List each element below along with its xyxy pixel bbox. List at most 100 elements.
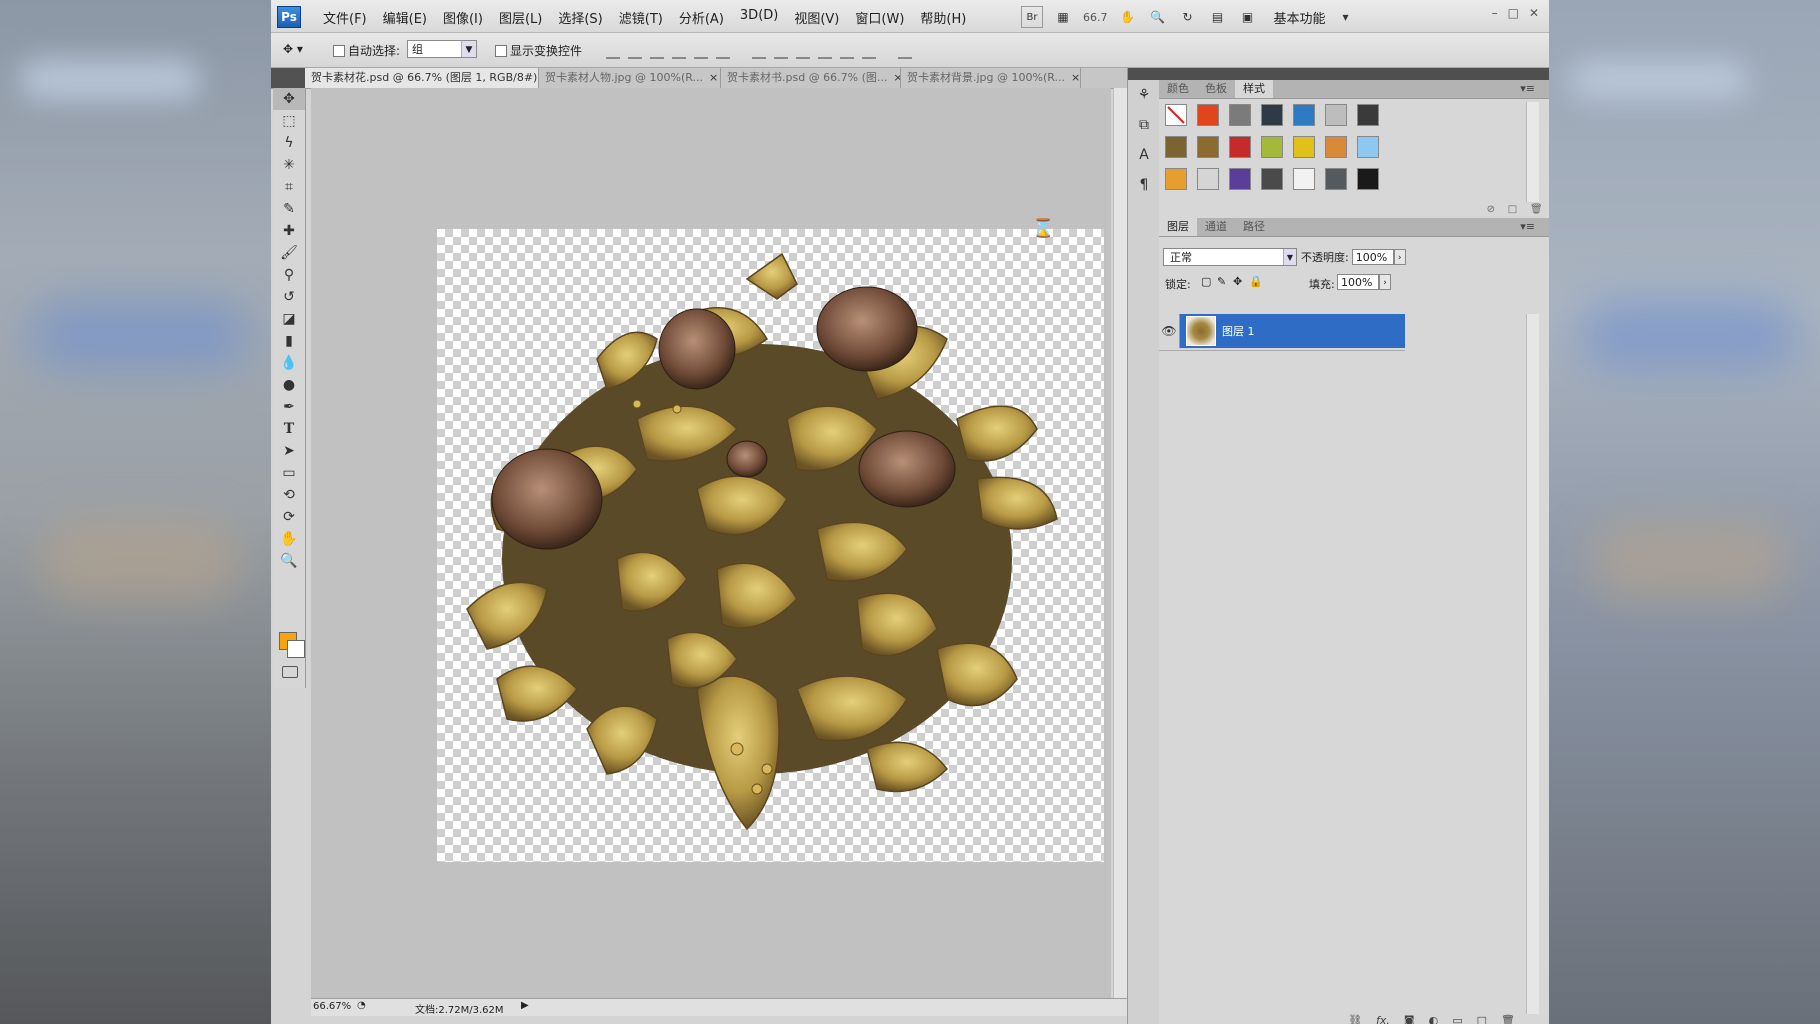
auto-select-box[interactable]: [333, 44, 345, 57]
arrange-documents-icon[interactable]: ▤: [1208, 7, 1228, 27]
document-canvas[interactable]: [437, 229, 1104, 862]
eraser-tool-icon[interactable]: ◪: [273, 308, 305, 330]
panel-tab[interactable]: 色板: [1197, 80, 1235, 98]
distribute-hcenter-icon[interactable]: [840, 43, 854, 59]
menu-item[interactable]: 窗口(W): [847, 8, 912, 27]
link-layers-icon[interactable]: ⛓: [1348, 1014, 1362, 1024]
healing-brush-tool-icon[interactable]: ✚: [273, 220, 305, 242]
style-swatch-purple[interactable]: [1229, 168, 1251, 190]
history-brush-tool-icon[interactable]: ↺: [273, 286, 305, 308]
align-vcenter-icon[interactable]: [628, 43, 642, 59]
delete-style-icon[interactable]: 🗑: [1530, 204, 1543, 215]
pen-tool-icon[interactable]: ✒: [273, 396, 305, 418]
style-swatch-dark-gradient[interactable]: [1357, 104, 1379, 126]
new-group-icon[interactable]: ▭: [1452, 1014, 1462, 1024]
align-top-icon[interactable]: [606, 43, 620, 59]
maximize-icon[interactable]: □: [1508, 6, 1519, 20]
move-tool-icon[interactable]: ✥: [273, 88, 305, 110]
marquee-tool-icon[interactable]: ⬚: [273, 110, 305, 132]
style-swatch-texture[interactable]: [1197, 168, 1219, 190]
distribute-top-icon[interactable]: [752, 43, 766, 59]
workspace-switcher[interactable]: 基本功能: [1274, 8, 1326, 27]
path-selection-tool-icon[interactable]: ➤: [273, 440, 305, 462]
style-swatch-slate[interactable]: [1325, 168, 1347, 190]
document-tab[interactable]: 贺卡素材人物.jpg @ 100%(R... ×: [539, 68, 721, 88]
panel-tab[interactable]: 图层: [1159, 218, 1197, 236]
menu-item[interactable]: 3D(D): [732, 8, 786, 27]
style-swatch-none[interactable]: [1165, 104, 1187, 126]
hand-tool-icon[interactable]: ✋: [273, 528, 305, 550]
3d-rotate-tool-icon[interactable]: ⟲: [273, 484, 305, 506]
align-hcenter-icon[interactable]: [694, 43, 708, 59]
fill-slider-arrow-icon[interactable]: ›: [1379, 274, 1391, 290]
document-tab[interactable]: 贺卡素材书.psd @ 66.7% (图... ×: [721, 68, 901, 88]
menu-item[interactable]: 编辑(E): [375, 8, 435, 27]
lock-position-icon[interactable]: ✥: [1233, 275, 1242, 288]
menu-item[interactable]: 视图(V): [786, 8, 847, 27]
shape-tool-icon[interactable]: ▭: [273, 462, 305, 484]
panel-tab[interactable]: 样式: [1235, 80, 1273, 98]
eye-icon[interactable]: 👁: [1159, 314, 1180, 348]
distribute-left-icon[interactable]: [818, 43, 832, 59]
magic-wand-tool-icon[interactable]: ✳: [273, 154, 305, 176]
clear-style-icon[interactable]: ⊘: [1487, 204, 1495, 215]
style-swatch-black[interactable]: [1357, 168, 1379, 190]
opacity-slider-arrow-icon[interactable]: ›: [1393, 249, 1406, 265]
style-swatch-white[interactable]: [1293, 168, 1315, 190]
distribute-bottom-icon[interactable]: [796, 43, 810, 59]
3d-orbit-tool-icon[interactable]: ⟳: [273, 506, 305, 528]
style-swatch-sky[interactable]: [1357, 136, 1379, 158]
view-extras-icon[interactable]: ▦: [1053, 7, 1073, 27]
align-left-icon[interactable]: [672, 43, 686, 59]
eyedropper-tool-icon[interactable]: ✎: [273, 198, 305, 220]
minimize-icon[interactable]: –: [1492, 6, 1498, 20]
document-tab[interactable]: 贺卡素材背景.jpg @ 100%(R... ×: [901, 68, 1081, 88]
align-right-icon[interactable]: [716, 43, 730, 59]
menu-item[interactable]: 图层(L): [491, 8, 550, 27]
status-menu-arrow-icon[interactable]: ▶: [521, 1000, 529, 1011]
transform-controls-checkbox[interactable]: 显示变换控件: [495, 42, 582, 59]
lock-pixels-icon[interactable]: ✎: [1217, 275, 1226, 288]
adjustment-layer-icon[interactable]: ◐: [1429, 1014, 1439, 1024]
paragraph-panel-icon[interactable]: ¶: [1128, 170, 1160, 200]
panel-tab[interactable]: 颜色: [1159, 80, 1197, 98]
lock-all-icon[interactable]: 🔒: [1249, 275, 1263, 288]
move-tool-preset-icon[interactable]: ✥ ▾: [283, 42, 303, 56]
styles-scrollbar[interactable]: [1526, 102, 1539, 202]
align-bottom-icon[interactable]: [650, 43, 664, 59]
style-swatch-bronze[interactable]: [1165, 136, 1187, 158]
blur-tool-icon[interactable]: 💧: [273, 352, 305, 374]
panel-menu-icon[interactable]: ▾≡: [1512, 80, 1543, 98]
character-panel-icon[interactable]: A: [1128, 140, 1160, 170]
layer-row[interactable]: 👁 图层 1: [1159, 314, 1405, 348]
document-tab[interactable]: 贺卡素材花.psd @ 66.7% (图层 1, RGB/8#)×: [305, 68, 539, 88]
zoom-level[interactable]: 66.7: [1083, 11, 1108, 24]
layer-name[interactable]: 图层 1: [1222, 323, 1255, 339]
close-icon[interactable]: ✕: [1529, 6, 1539, 20]
style-swatch-chrome[interactable]: [1261, 104, 1283, 126]
background-color-swatch[interactable]: [287, 640, 305, 658]
zoom-tool-icon[interactable]: 🔍: [273, 550, 305, 572]
menu-item[interactable]: 文件(F): [315, 8, 375, 27]
auto-select-dropdown[interactable]: 组 ▼: [407, 40, 477, 58]
panel-tab[interactable]: 路径: [1235, 218, 1273, 236]
distribute-right-icon[interactable]: [862, 43, 876, 59]
fill-input[interactable]: 100%: [1337, 274, 1379, 290]
style-swatch-charcoal[interactable]: [1261, 168, 1283, 190]
menu-item[interactable]: 选择(S): [550, 8, 610, 27]
fx-icon[interactable]: fx.: [1376, 1014, 1390, 1024]
clone-source-icon[interactable]: ⧉: [1128, 110, 1160, 140]
status-zoom[interactable]: 66.67%: [313, 1001, 353, 1012]
auto-align-icon[interactable]: [898, 43, 912, 59]
chevron-down-icon[interactable]: ▾: [1336, 7, 1356, 27]
tool-presets-icon[interactable]: ⚘: [1128, 80, 1160, 110]
style-swatch-fire[interactable]: [1197, 104, 1219, 126]
distribute-vcenter-icon[interactable]: [774, 43, 788, 59]
clone-stamp-tool-icon[interactable]: ⚲: [273, 264, 305, 286]
zoom-tool-icon[interactable]: 🔍: [1148, 7, 1168, 27]
close-tab-icon[interactable]: ×: [1071, 71, 1080, 84]
auto-select-checkbox[interactable]: 自动选择:: [333, 42, 400, 59]
panel-menu-icon[interactable]: ▾≡: [1512, 218, 1543, 236]
delete-layer-icon[interactable]: 🗑: [1501, 1014, 1515, 1024]
style-swatch-gray[interactable]: [1229, 104, 1251, 126]
